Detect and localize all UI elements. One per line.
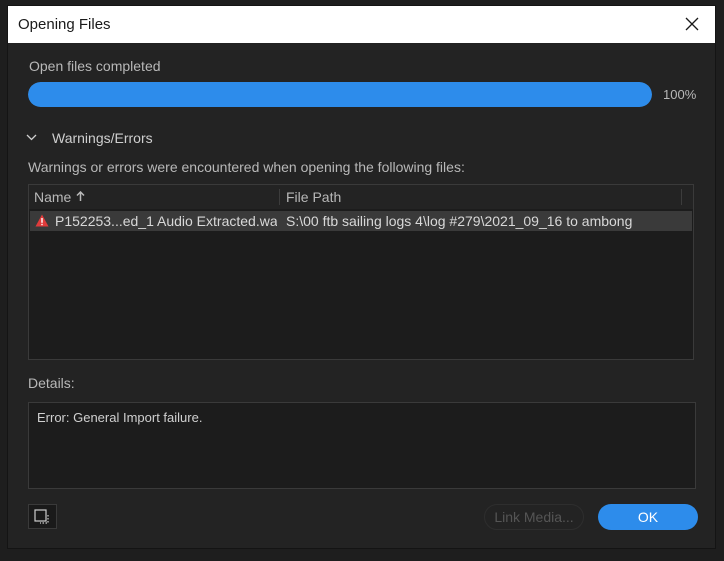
opening-files-dialog: Opening Files Open files completed 100% … bbox=[8, 6, 715, 548]
chevron-down-icon bbox=[26, 134, 37, 141]
title-bar: Opening Files bbox=[8, 6, 715, 43]
expand-view-button[interactable] bbox=[28, 504, 57, 529]
column-divider[interactable] bbox=[279, 189, 280, 205]
dialog-title: Opening Files bbox=[18, 16, 111, 33]
row-file-name: P152253...ed_1 Audio Extracted.wav bbox=[55, 213, 277, 229]
progress-label: Open files completed bbox=[29, 58, 161, 74]
column-header-name-label: Name bbox=[34, 189, 72, 205]
sort-ascending-icon bbox=[76, 190, 85, 201]
row-file-path: S:\00 ftb sailing logs 4\log #279\2021_0… bbox=[286, 213, 633, 229]
warnings-description: Warnings or errors were encountered when… bbox=[28, 159, 465, 175]
progress-percent: 100% bbox=[663, 87, 697, 102]
details-label: Details: bbox=[28, 375, 75, 391]
column-header-name[interactable]: Name bbox=[34, 189, 85, 205]
table-header: Name File Path bbox=[29, 185, 693, 209]
column-divider[interactable] bbox=[681, 189, 682, 205]
progress-bar-fill bbox=[28, 82, 652, 107]
details-text: Error: General Import failure. bbox=[37, 410, 203, 425]
column-header-file-path[interactable]: File Path bbox=[286, 189, 341, 205]
progress-bar bbox=[28, 82, 652, 107]
close-icon bbox=[685, 17, 699, 31]
close-button[interactable] bbox=[669, 6, 715, 43]
link-media-button[interactable]: Link Media... bbox=[484, 504, 584, 530]
files-table: Name File Path P152253...ed_1 Audio Extr… bbox=[28, 184, 694, 360]
expand-window-icon bbox=[34, 509, 49, 524]
warnings-errors-title: Warnings/Errors bbox=[52, 130, 153, 146]
details-text-area[interactable]: Error: General Import failure. bbox=[28, 402, 696, 489]
table-row[interactable]: P152253...ed_1 Audio Extracted.wav S:\00… bbox=[30, 211, 692, 231]
ok-button[interactable]: OK bbox=[598, 504, 698, 530]
warning-icon bbox=[35, 214, 49, 227]
